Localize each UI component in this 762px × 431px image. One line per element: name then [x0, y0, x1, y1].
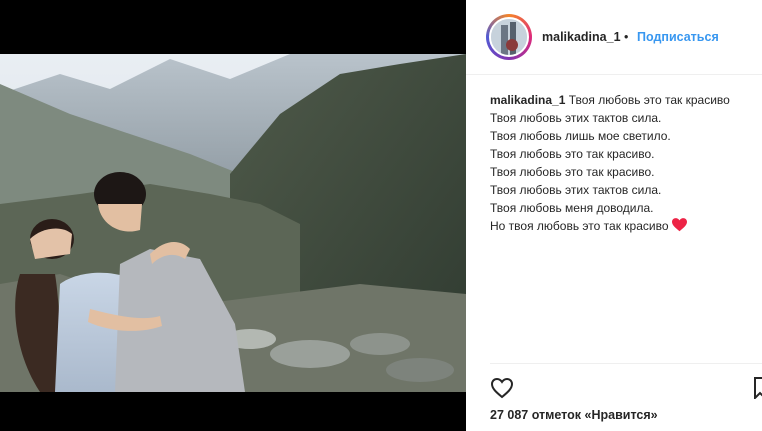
caption-text: Но твоя любовь это так красиво — [490, 219, 669, 233]
bookmark-icon — [754, 377, 762, 401]
caption-line: Твоя любовь это так красиво. — [490, 165, 655, 179]
post-photo[interactable] — [0, 54, 466, 392]
caption-text: Твоя любовь это так красиво — [568, 93, 730, 107]
caption-line: Твоя любовь этих тактов сила. — [490, 183, 662, 197]
post-header: malikadina_1 • Подписаться — [466, 0, 762, 75]
separator-dot: • — [624, 30, 629, 44]
like-button[interactable] — [490, 376, 514, 400]
heart-outline-icon — [490, 377, 514, 399]
caption-line: Твоя любовь этих тактов сила. — [490, 111, 662, 125]
avatar-image — [491, 19, 527, 55]
post-caption: malikadina_1 Твоя любовь это так красиво… — [490, 91, 760, 237]
save-button[interactable] — [754, 377, 762, 401]
caption-line: Но твоя любовь это так красиво — [490, 217, 760, 237]
post-sidebar: malikadina_1 • Подписаться malikadina_1 … — [466, 0, 762, 431]
likes-count[interactable]: 27 087 отметок «Нравится» — [490, 408, 658, 422]
red-heart-emoji-icon — [671, 218, 687, 237]
avatar-story-ring[interactable] — [486, 14, 532, 60]
wedding-couple-mountains-image — [0, 54, 466, 392]
caption-line: Твоя любовь это так красиво. — [490, 147, 655, 161]
avatar[interactable] — [489, 17, 529, 57]
caption-username-link[interactable]: malikadina_1 — [490, 93, 565, 107]
caption-line: malikadina_1 Твоя любовь это так красиво — [490, 91, 760, 109]
actions-divider — [490, 363, 762, 364]
username-link[interactable]: malikadina_1 — [542, 30, 621, 44]
follow-button[interactable]: Подписаться — [637, 30, 719, 44]
caption-line: Твоя любовь меня доводила. — [490, 201, 654, 215]
photo-pane — [0, 0, 466, 431]
caption-line: Твоя любовь лишь мое светило. — [490, 129, 671, 143]
